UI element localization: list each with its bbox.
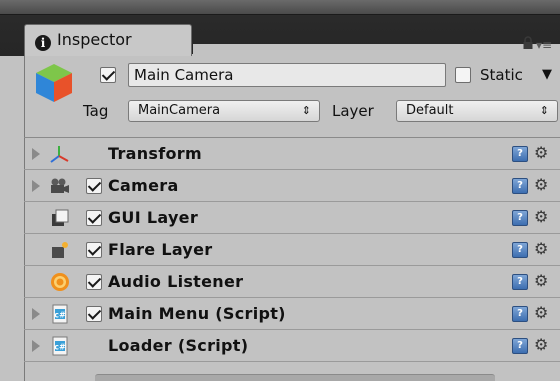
gear-icon[interactable]: ⚙ (534, 176, 552, 194)
foldout-arrow-icon[interactable] (32, 308, 40, 320)
layer-label: Layer (332, 102, 374, 120)
component-enabled-checkbox[interactable] (86, 274, 102, 290)
panel-menu-icon[interactable]: ▾≡ (536, 38, 556, 52)
help-book-icon[interactable]: ? (512, 274, 528, 290)
component-enabled-checkbox[interactable] (86, 178, 102, 194)
component-label: Audio Listener (108, 272, 244, 291)
static-label: Static (480, 66, 523, 84)
component-label: Main Menu (Script) (108, 304, 286, 323)
component-label: GUI Layer (108, 208, 199, 227)
gear-icon[interactable]: ⚙ (534, 272, 552, 290)
csharp-script-icon: c# (52, 304, 68, 324)
component-label: Loader (Script) (108, 336, 249, 355)
gameobject-name-field[interactable]: Main Camera (128, 63, 446, 87)
foldout-arrow-icon[interactable] (32, 148, 40, 160)
add-component-button[interactable] (95, 374, 495, 381)
gear-icon[interactable]: ⚙ (534, 304, 552, 322)
help-book-icon[interactable]: ? (512, 210, 528, 226)
dropdown-arrows-icon: ⇕ (539, 104, 549, 117)
tab-title: Inspector (57, 30, 132, 49)
info-icon: i (35, 35, 51, 51)
foldout-arrow-icon[interactable] (32, 180, 40, 192)
flare-layer-icon (52, 242, 68, 258)
csharp-script-icon: c# (52, 336, 68, 356)
svg-text:c#: c# (54, 311, 66, 320)
component-label: Flare Layer (108, 240, 213, 259)
help-book-icon[interactable]: ? (512, 306, 528, 322)
tab-inspector[interactable]: i Inspector (24, 24, 192, 56)
help-book-icon[interactable]: ? (512, 242, 528, 258)
lock-icon[interactable] (521, 36, 535, 50)
component-row-loader-script[interactable]: c# Loader (Script) ? ⚙ (24, 330, 560, 362)
component-row-main-menu-script[interactable]: c# Main Menu (Script) ? ⚙ (24, 298, 560, 330)
component-label: Camera (108, 176, 179, 195)
dropdown-arrows-icon: ⇕ (301, 104, 311, 117)
gameobject-active-checkbox[interactable] (100, 67, 116, 83)
component-label: Transform (108, 144, 202, 163)
gear-icon[interactable]: ⚙ (534, 208, 552, 226)
tag-label: Tag (83, 102, 109, 120)
audio-listener-icon (51, 273, 69, 291)
gear-icon[interactable]: ⚙ (534, 336, 552, 354)
component-enabled-checkbox[interactable] (86, 210, 102, 226)
gameobject-cube-icon (36, 64, 72, 102)
tag-dropdown-value: MainCamera (138, 103, 221, 118)
help-book-icon[interactable]: ? (512, 146, 528, 162)
camera-icon (51, 178, 69, 193)
help-book-icon[interactable]: ? (512, 178, 528, 194)
foldout-arrow-icon[interactable] (32, 340, 40, 352)
svg-text:c#: c# (54, 343, 66, 352)
component-row-transform[interactable]: Transform ? ⚙ (24, 138, 560, 170)
component-row-audio-listener[interactable]: Audio Listener ? ⚙ (24, 266, 560, 298)
component-enabled-checkbox[interactable] (86, 306, 102, 322)
inspector-window: i Inspector ▾≡ Main Camera Static ▼ Tag M… (0, 0, 560, 381)
layer-dropdown[interactable]: Default ⇕ (396, 100, 558, 122)
component-enabled-checkbox[interactable] (86, 242, 102, 258)
static-checkbox[interactable] (455, 67, 471, 83)
static-dropdown-arrow-icon[interactable]: ▼ (542, 63, 552, 87)
window-top-bar (0, 0, 560, 15)
layer-dropdown-value: Default (406, 103, 454, 118)
gui-layer-icon (52, 209, 69, 226)
gear-icon[interactable]: ⚙ (534, 144, 552, 162)
component-row-gui-layer[interactable]: GUI Layer ? ⚙ (24, 202, 560, 234)
help-book-icon[interactable]: ? (512, 338, 528, 354)
gear-icon[interactable]: ⚙ (534, 240, 552, 258)
tab-bar-fill (193, 44, 560, 56)
component-row-camera[interactable]: Camera ? ⚙ (24, 170, 560, 202)
transform-axes-icon (50, 146, 69, 163)
component-row-flare-layer[interactable]: Flare Layer ? ⚙ (24, 234, 560, 266)
tag-dropdown[interactable]: MainCamera ⇕ (128, 100, 320, 122)
